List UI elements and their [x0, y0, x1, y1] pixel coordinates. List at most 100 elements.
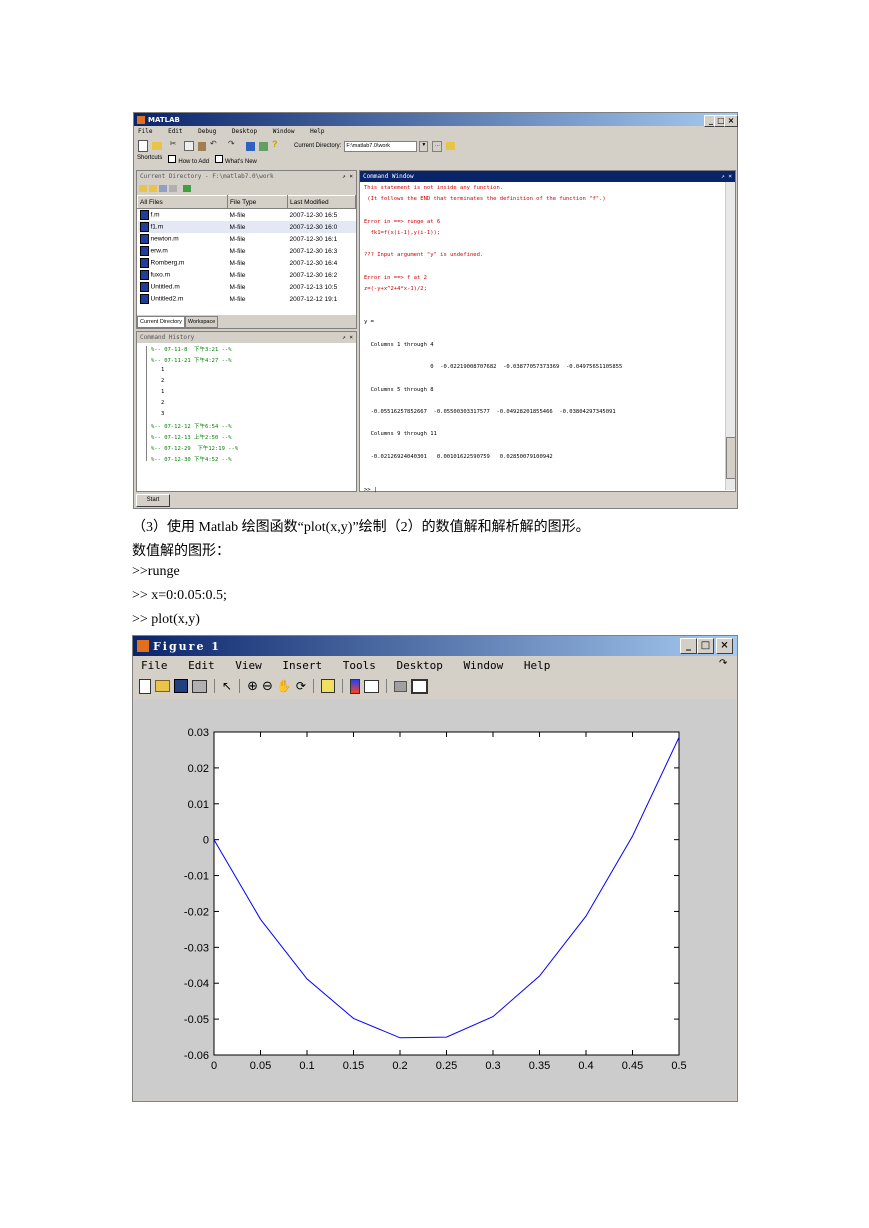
cut-icon[interactable]: ✂	[166, 139, 180, 153]
history-entry[interactable]: 3	[161, 411, 164, 417]
open-file-icon[interactable]	[155, 680, 170, 692]
close-button[interactable]: ×	[724, 115, 738, 127]
dock-arrow-icon[interactable]: ↷	[719, 658, 727, 669]
command-history-title-text: Command History	[140, 334, 195, 341]
close-button[interactable]: ×	[716, 638, 733, 654]
history-entry[interactable]: %-- 07-11-21 下午4:27 --%	[151, 356, 232, 364]
shortcuts-label[interactable]: Shortcuts	[137, 155, 162, 165]
table-row[interactable]: Untitled2.m M-file 2007-12-12 19:1	[138, 293, 356, 305]
menu-window[interactable]: Window	[463, 659, 503, 672]
panel-controls[interactable]: ↗ ×	[721, 171, 732, 182]
history-entry[interactable]: %-- 07-12-29 下午12:19 --%	[151, 444, 238, 452]
menu-edit[interactable]: Edit	[168, 128, 182, 135]
history-entry[interactable]: %-- 07-12-13 上午2:50 --%	[151, 433, 232, 441]
menu-insert[interactable]: Insert	[282, 659, 322, 672]
guide-icon[interactable]	[259, 141, 268, 151]
history-entry[interactable]: 1	[161, 367, 164, 373]
history-entry[interactable]: 2	[161, 378, 164, 384]
line-plot[interactable]: 0 0.05 0.1 0.15 0.2 0.25 0.3 0.35 0.4 0.45 0.5 -0.0…	[134, 699, 736, 1100]
menu-desktop[interactable]: Desktop	[232, 128, 257, 135]
menu-tools[interactable]: Tools	[343, 659, 376, 672]
panel-controls[interactable]: ↗ ×	[342, 171, 353, 182]
report-icon[interactable]	[183, 185, 191, 192]
print-icon[interactable]	[192, 679, 207, 693]
scrollbar[interactable]	[725, 182, 736, 490]
hide-plot-tools-icon[interactable]	[393, 680, 407, 692]
new-folder-icon[interactable]	[149, 185, 157, 192]
table-row[interactable]: Untitled.m M-file 2007-12-13 10:5	[138, 281, 356, 293]
tab-workspace[interactable]: Workspace	[184, 316, 219, 328]
table-row[interactable]: Romberg.m M-file 2007-12-30 16:4	[138, 257, 356, 269]
table-row[interactable]: newton.m M-file 2007-12-30 16:1	[138, 233, 356, 245]
history-entry[interactable]: %-- 07-12-12 下午6:54 --%	[151, 422, 232, 430]
paste-icon[interactable]	[198, 141, 206, 151]
y-tick-label: -0.03	[184, 942, 209, 954]
file-name: newton.m	[150, 235, 179, 243]
zoom-out-icon[interactable]: ⊖	[262, 679, 273, 694]
whats-new-link[interactable]: What's New	[215, 155, 257, 165]
table-row[interactable]: erw.m M-file 2007-12-30 16:3	[138, 245, 356, 257]
figure-window: Figure 1 _ □ × File Edit View Insert Too…	[132, 635, 738, 1102]
menu-desktop[interactable]: Desktop	[397, 659, 443, 672]
pan-hand-icon[interactable]: ✋	[277, 679, 292, 693]
menu-debug[interactable]: Debug	[198, 128, 216, 135]
menu-view[interactable]: View	[235, 659, 262, 672]
menu-file[interactable]: File	[138, 128, 152, 135]
data-cursor-icon[interactable]	[320, 679, 335, 693]
table-row[interactable]: fuxo.m M-file 2007-12-30 16:2	[138, 269, 356, 281]
undo-icon[interactable]: ↶	[210, 139, 224, 153]
file-name: Untitled.m	[150, 283, 180, 291]
rotate-3d-icon[interactable]: ⟳	[296, 679, 306, 693]
save-icon[interactable]	[174, 679, 188, 693]
chevron-down-icon[interactable]: ▼	[419, 140, 429, 152]
start-button[interactable]: Start	[136, 494, 170, 507]
x-tick-label: 0.5	[671, 1060, 686, 1072]
menu-file[interactable]: File	[141, 659, 168, 672]
current-directory-panel: Current Directory - F:\matlab7.0\work ↗ …	[136, 170, 357, 329]
arrow-pointer-icon[interactable]: ↖	[222, 679, 232, 693]
browse-button[interactable]: …	[432, 140, 443, 152]
find-files-icon[interactable]	[159, 185, 167, 192]
show-plot-tools-icon[interactable]	[410, 678, 428, 694]
history-entry[interactable]: %-- 07-12-30 下午4:52 --%	[151, 455, 232, 463]
panel-controls[interactable]: ↗ ×	[342, 332, 353, 343]
menu-edit[interactable]: Edit	[188, 659, 215, 672]
help-icon[interactable]: ?	[272, 139, 286, 153]
maximize-button[interactable]: □	[697, 638, 714, 654]
up-folder-icon[interactable]	[446, 142, 456, 150]
open-folder-icon[interactable]	[152, 142, 162, 150]
folder-icon[interactable]	[139, 185, 147, 192]
x-tick-label: 0.15	[343, 1060, 364, 1072]
history-entry[interactable]: 2	[161, 400, 164, 406]
table-row[interactable]: f.m M-file 2007-12-30 16:5	[138, 209, 356, 222]
column-header-type[interactable]: File Type	[227, 195, 288, 209]
colorbar-icon[interactable]	[349, 678, 360, 694]
new-figure-icon[interactable]	[139, 678, 151, 694]
menu-help[interactable]: Help	[310, 128, 324, 135]
menu-window[interactable]: Window	[273, 128, 295, 135]
column-header-name[interactable]: All Files	[137, 195, 228, 209]
simulink-icon[interactable]	[246, 141, 255, 151]
history-entry[interactable]: %-- 07-11-8 下午3:21 --%	[151, 345, 232, 353]
tab-current-directory[interactable]: Current Directory	[137, 316, 185, 328]
new-file-icon[interactable]	[138, 140, 148, 152]
scrollbar-thumb[interactable]	[726, 437, 736, 479]
table-row[interactable]: f1.m M-file 2007-12-30 16:0	[137, 221, 356, 233]
legend-icon[interactable]	[363, 679, 379, 693]
directory-toolbar	[137, 182, 356, 195]
copy-icon[interactable]	[184, 141, 194, 151]
m-file-icon	[139, 294, 149, 304]
file-table: All Files File Type Last Modified f.m M-f…	[137, 195, 356, 305]
column-header-modified[interactable]: Last Modified	[287, 195, 356, 209]
command-line: >> |	[364, 487, 378, 494]
minimize-button[interactable]: _	[680, 638, 697, 654]
redo-icon[interactable]: ↷	[228, 139, 242, 153]
how-to-add-link[interactable]: How to Add	[168, 155, 209, 165]
refresh-icon[interactable]	[169, 185, 177, 192]
command-window[interactable]: Command Window ↗ × This statement is not…	[359, 170, 736, 494]
menu-help[interactable]: Help	[524, 659, 551, 672]
current-directory-input[interactable]: F:\matlab7.0\work	[344, 140, 418, 152]
matlab-window: MATLAB _ □ × File Edit Debug Desktop Win…	[133, 112, 738, 509]
history-entry[interactable]: 1	[161, 389, 164, 395]
zoom-in-icon[interactable]: ⊕	[247, 679, 258, 694]
